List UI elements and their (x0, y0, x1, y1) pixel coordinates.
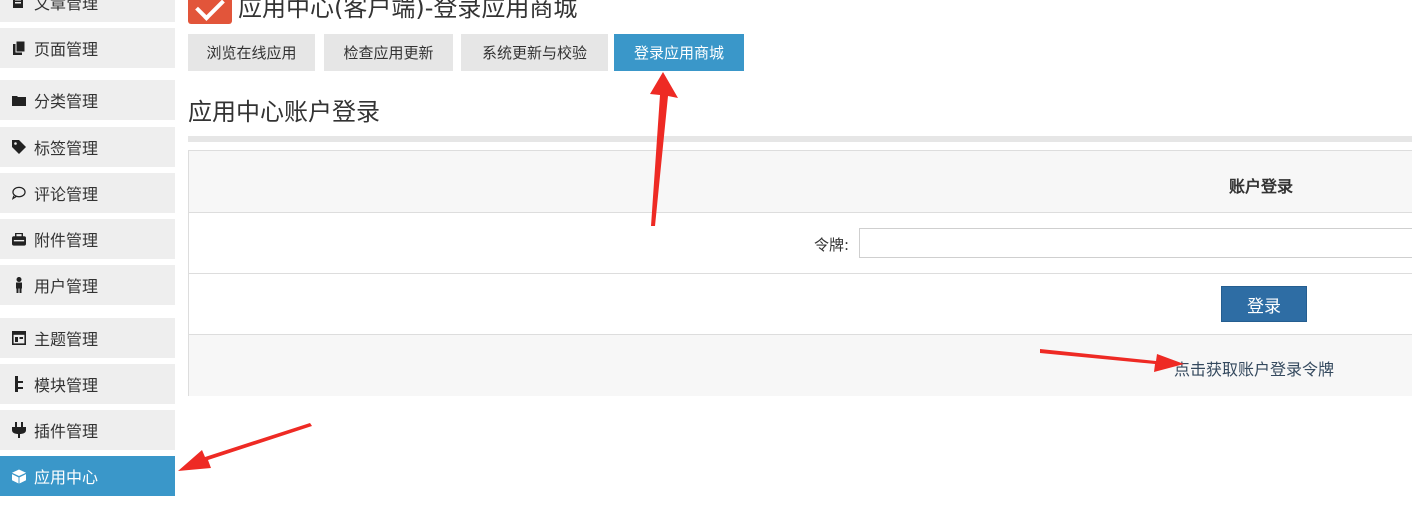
sidebar-item-label: 模块管理 (34, 376, 99, 395)
sidebar-item-tags[interactable]: 标签管理 (0, 127, 175, 167)
section-title: 应用中心账户登录 (188, 98, 380, 126)
comment-icon (12, 186, 26, 200)
arrow-to-app-center (178, 423, 312, 471)
login-button[interactable]: 登录 (1221, 286, 1307, 322)
sidebar-item-label: 应用中心 (34, 468, 99, 487)
sidebar-item-label: 插件管理 (34, 422, 99, 441)
page-icon (12, 41, 26, 55)
tab-check-updates[interactable]: 检查应用更新 (324, 34, 453, 71)
sidebar-item-categories[interactable]: 分类管理 (0, 80, 175, 120)
sidebar-item-articles[interactable]: 文章管理 (0, 0, 175, 22)
folder-icon (12, 93, 26, 107)
sidebar-item-label: 评论管理 (34, 185, 99, 204)
sidebar-item-comments[interactable]: 评论管理 (0, 173, 175, 213)
sidebar-item-pages[interactable]: 页面管理 (0, 28, 175, 68)
form-header-row: 账户登录 (189, 151, 1412, 213)
user-icon (12, 277, 26, 293)
get-token-link[interactable]: 点击获取账户登录令牌 (1174, 356, 1334, 380)
page-title: 应用中心(客户端)-登录应用商城 (238, 0, 578, 22)
tab-login-store[interactable]: 登录应用商城 (614, 34, 744, 71)
form-button-row: 登录 (189, 274, 1412, 335)
attachment-icon (12, 232, 26, 246)
sidebar-item-users[interactable]: 用户管理 (0, 265, 175, 305)
sidebar-item-label: 主题管理 (34, 330, 99, 349)
theme-icon (12, 331, 26, 345)
form-link-row: 点击获取账户登录令牌 (189, 335, 1412, 396)
article-icon (12, 0, 26, 9)
token-label: 令牌: (814, 236, 850, 254)
tab-browse-apps[interactable]: 浏览在线应用 (188, 34, 315, 71)
tag-icon (12, 140, 26, 154)
plugin-icon (12, 422, 26, 438)
sidebar-item-app-center[interactable]: 应用中心 (0, 456, 175, 496)
token-input[interactable] (859, 228, 1412, 258)
sidebar-item-themes[interactable]: 主题管理 (0, 318, 175, 358)
sidebar-item-plugins[interactable]: 插件管理 (0, 410, 175, 450)
sidebar-item-label: 附件管理 (34, 231, 99, 250)
sidebar: 文章管理 页面管理 分类管理 标签管理 评论管理 附件管理 用户管理 主题管理 … (0, 0, 176, 506)
sidebar-item-label: 标签管理 (34, 139, 99, 158)
app-center-icon (12, 469, 26, 483)
login-form: 账户登录 令牌: 登录 点击获取账户登录令牌 (188, 150, 1412, 396)
form-heading: 账户登录 (1229, 177, 1294, 196)
module-icon (12, 376, 26, 392)
tab-system-update[interactable]: 系统更新与校验 (461, 34, 608, 71)
sidebar-item-label: 分类管理 (34, 92, 99, 111)
sidebar-item-label: 文章管理 (34, 0, 99, 13)
sidebar-item-modules[interactable]: 模块管理 (0, 364, 175, 404)
form-token-row: 令牌: (189, 213, 1412, 274)
sidebar-item-label: 用户管理 (34, 277, 99, 296)
app-logo (188, 0, 232, 24)
divider (188, 136, 1412, 142)
sidebar-item-label: 页面管理 (34, 40, 99, 59)
sidebar-item-attachments[interactable]: 附件管理 (0, 219, 175, 259)
